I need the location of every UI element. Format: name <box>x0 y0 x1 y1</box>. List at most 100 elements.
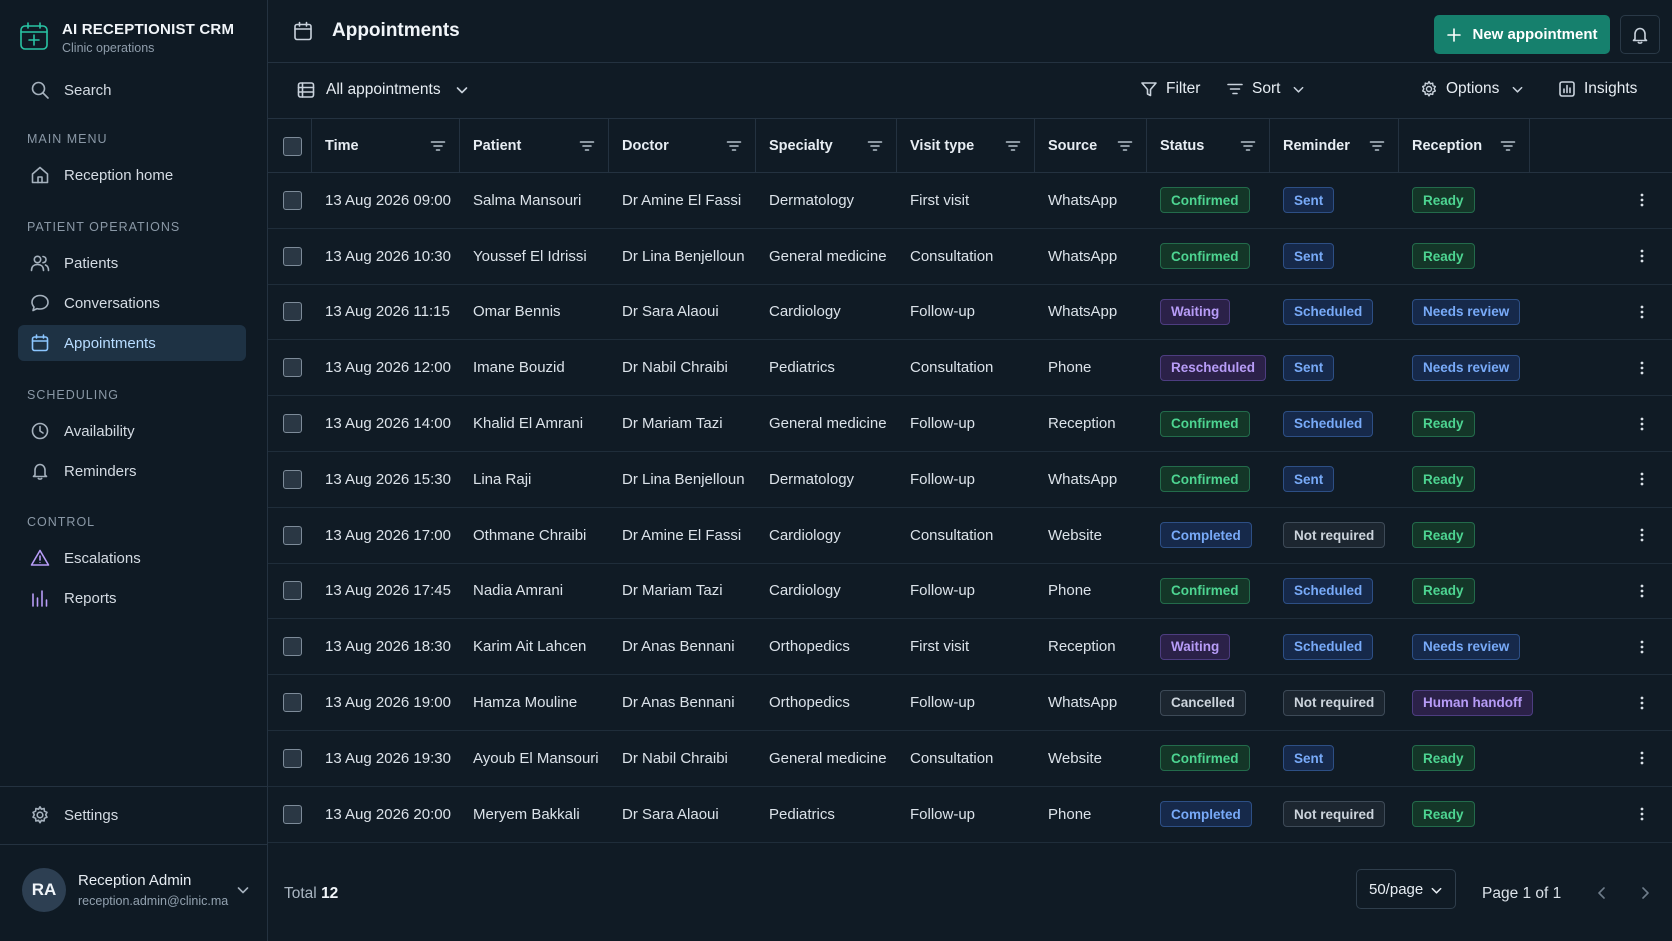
row-checkbox[interactable] <box>283 637 302 657</box>
column-header-source[interactable]: Source <box>1035 119 1147 173</box>
reminder-badge: Not required <box>1283 689 1386 716</box>
column-header-time[interactable]: Time <box>312 119 460 173</box>
cell-patient: Khalid El Amrani <box>460 396 609 451</box>
table-row[interactable]: 13 Aug 2026 17:45 Nadia Amrani Dr Mariam T… <box>268 564 1672 620</box>
more-vertical-icon[interactable] <box>1634 806 1650 822</box>
column-filter-icon[interactable] <box>1005 138 1021 154</box>
cell-specialty: General medicine <box>756 396 897 451</box>
column-filter-icon[interactable] <box>1240 138 1256 154</box>
user-profile[interactable]: RA Reception Admin reception.admin@clini… <box>22 868 228 912</box>
column-header-reminder[interactable]: Reminder <box>1270 119 1399 173</box>
row-checkbox[interactable] <box>283 190 302 210</box>
cell-text: General medicine <box>769 247 887 265</box>
table-row[interactable]: 13 Aug 2026 19:30 Ayoub El Mansouri Dr Nab… <box>268 731 1672 787</box>
row-checkbox[interactable] <box>283 525 302 545</box>
cell-reception: Needs review <box>1399 340 1530 395</box>
cell-text: Khalid El Amrani <box>473 415 584 433</box>
filter-button[interactable]: Filter <box>1140 80 1200 98</box>
new-appointment-button[interactable]: New appointment <box>1434 15 1610 54</box>
chevron-down-icon[interactable] <box>236 883 250 897</box>
row-checkbox[interactable] <box>283 748 302 768</box>
cell-text: Cardiology <box>769 582 841 600</box>
cell-source: Phone <box>1035 787 1147 842</box>
table-row[interactable]: 13 Aug 2026 15:30 Lina Raji Dr Lina Benjel… <box>268 452 1672 508</box>
column-filter-icon[interactable] <box>867 138 883 154</box>
chevron-left-icon[interactable] <box>1594 885 1610 901</box>
more-vertical-icon[interactable] <box>1634 527 1650 543</box>
select-all-checkbox[interactable] <box>283 136 302 156</box>
notifications-button[interactable] <box>1620 15 1660 54</box>
row-checkbox[interactable] <box>283 302 302 322</box>
view-selector[interactable]: All appointments <box>296 80 469 100</box>
reception-badge: Needs review <box>1412 354 1521 381</box>
table-row[interactable]: 13 Aug 2026 10:30 Youssef El Idrissi Dr Li… <box>268 229 1672 285</box>
cell-text: Website <box>1048 749 1102 767</box>
column-header-reception[interactable]: Reception <box>1399 119 1530 173</box>
column-header-label: Source <box>1048 138 1098 154</box>
more-vertical-icon[interactable] <box>1634 471 1650 487</box>
column-header-doctor[interactable]: Doctor <box>609 119 756 173</box>
more-vertical-icon[interactable] <box>1634 248 1650 264</box>
more-vertical-icon[interactable] <box>1634 192 1650 208</box>
more-vertical-icon[interactable] <box>1634 750 1650 766</box>
sidebar-item-reports[interactable]: Reports <box>18 580 246 616</box>
cell-text: Dr Sara Alaoui <box>622 303 719 321</box>
sidebar-item-appointments[interactable]: Appointments <box>18 325 246 361</box>
sidebar-item-availability[interactable]: Availability <box>18 413 246 449</box>
table-row[interactable]: 13 Aug 2026 18:30 Karim Ait Lahcen Dr Anas… <box>268 619 1672 676</box>
cell-text: Dr Lina Benjelloun <box>622 470 745 488</box>
options-button[interactable]: Options <box>1420 80 1524 98</box>
table-row[interactable]: 13 Aug 2026 19:00 Hamza Mouline Dr Anas Be… <box>268 675 1672 731</box>
cell-text: Phone <box>1048 582 1092 600</box>
sidebar-item-patients[interactable]: Patients <box>18 245 246 281</box>
column-header-visit-type[interactable]: Visit type <box>897 119 1035 173</box>
row-checkbox[interactable] <box>283 693 302 713</box>
row-checkbox[interactable] <box>283 358 302 378</box>
table-row[interactable]: 13 Aug 2026 12:00 Imane Bouzid Dr Nabil Ch… <box>268 340 1672 397</box>
table-row[interactable]: 13 Aug 2026 09:00 Salma Mansouri Dr Amine … <box>268 173 1672 229</box>
table-row[interactable]: 13 Aug 2026 14:00 Khalid El Amrani Dr Mari… <box>268 396 1672 452</box>
sidebar-item-escalations[interactable]: Escalations <box>18 540 246 576</box>
more-vertical-icon[interactable] <box>1634 304 1650 320</box>
reminder-badge: Sent <box>1283 243 1335 270</box>
row-checkbox[interactable] <box>283 804 302 824</box>
table-row[interactable]: 13 Aug 2026 17:00 Othmane Chraibi Dr Amine… <box>268 508 1672 564</box>
table-row[interactable]: 13 Aug 2026 11:15 Omar Bennis Dr Sara Alao… <box>268 285 1672 341</box>
cell-patient: Lina Raji <box>460 452 609 507</box>
sidebar-item-conversations[interactable]: Conversations <box>18 285 246 321</box>
more-vertical-icon[interactable] <box>1634 639 1650 655</box>
sidebar-item-settings[interactable]: Settings <box>18 797 246 833</box>
status-badge: Confirmed <box>1160 187 1250 214</box>
reception-badge: Ready <box>1412 410 1475 437</box>
cell-text: Phone <box>1048 359 1092 377</box>
cell-text: Hamza Mouline <box>473 694 578 712</box>
per-page-select[interactable]: 50/page <box>1356 869 1456 909</box>
sidebar-item-reminders[interactable]: Reminders <box>18 453 246 489</box>
insights-button[interactable]: Insights <box>1558 80 1637 98</box>
cell-text: First visit <box>910 638 970 656</box>
column-filter-icon[interactable] <box>579 138 595 154</box>
column-header-status[interactable]: Status <box>1147 119 1270 173</box>
column-filter-icon[interactable] <box>1500 138 1516 154</box>
row-select-cell <box>268 787 312 842</box>
column-header-specialty[interactable]: Specialty <box>756 119 897 173</box>
more-vertical-icon[interactable] <box>1634 695 1650 711</box>
more-vertical-icon[interactable] <box>1634 360 1650 376</box>
row-checkbox[interactable] <box>283 581 302 601</box>
column-filter-icon[interactable] <box>430 138 446 154</box>
sort-button[interactable]: Sort <box>1226 80 1305 98</box>
sidebar-item-reception-home[interactable]: Reception home <box>18 157 246 193</box>
row-checkbox[interactable] <box>283 246 302 266</box>
column-filter-icon[interactable] <box>726 138 742 154</box>
column-header-patient[interactable]: Patient <box>460 119 609 173</box>
chevron-right-icon[interactable] <box>1637 885 1653 901</box>
column-filter-icon[interactable] <box>1369 138 1385 154</box>
row-checkbox[interactable] <box>283 469 302 489</box>
sidebar-search[interactable]: Search <box>18 72 246 108</box>
table-row[interactable]: 13 Aug 2026 20:00 Meryem Bakkali Dr Sara A… <box>268 787 1672 843</box>
row-checkbox[interactable] <box>283 414 302 434</box>
more-vertical-icon[interactable] <box>1634 583 1650 599</box>
more-vertical-icon[interactable] <box>1634 416 1650 432</box>
cell-reminder: Sent <box>1270 173 1399 228</box>
column-filter-icon[interactable] <box>1117 138 1133 154</box>
